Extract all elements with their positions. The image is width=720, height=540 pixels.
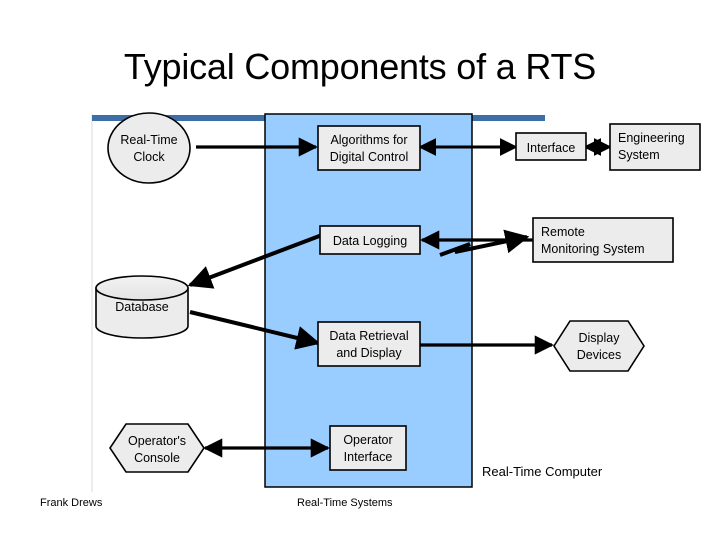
node-display-devices-label-line2: Devices — [577, 348, 621, 362]
node-data-retrieval-label-line1: Data Retrieval — [329, 329, 408, 343]
node-database[interactable]: Database — [95, 275, 189, 339]
node-real-time-clock[interactable]: Real-Time Clock — [107, 112, 191, 184]
node-display-devices-label-line1: Display — [579, 331, 621, 345]
node-interface-label: Interface — [527, 141, 576, 155]
node-operator-interface-label-line2: Interface — [344, 450, 393, 464]
footer-course: Real-Time Systems — [297, 497, 393, 509]
footer-author: Frank Drews — [40, 497, 103, 509]
node-data-logging[interactable]: Data Logging — [319, 225, 421, 255]
node-data-logging-label: Data Logging — [333, 234, 407, 248]
node-operators-console-label-line1: Operator's — [128, 434, 186, 448]
node-operators-console[interactable]: Operator's Console — [109, 423, 205, 473]
node-data-retrieval-and-display[interactable]: Data Retrieval and Display — [317, 321, 421, 367]
node-operators-console-label-line2: Console — [134, 451, 180, 465]
node-remote-monitoring-label-line2: Monitoring System — [541, 242, 645, 256]
node-engineering-system-label-line2: System — [618, 148, 660, 162]
node-display-devices[interactable]: Display Devices — [553, 320, 645, 372]
node-operator-interface-label-line1: Operator — [343, 433, 392, 447]
node-data-retrieval-label-line2: and Display — [336, 346, 402, 360]
slide: Typical Components of a RTS Real-Time Cl… — [0, 0, 720, 540]
rts-architecture-diagram: Real-Time Clock Database Operator's Cons… — [0, 100, 720, 500]
node-algorithms-for-digital-control[interactable]: Algorithms for Digital Control — [317, 125, 421, 171]
node-engineering-system[interactable]: Engineering System — [609, 123, 701, 171]
node-real-time-clock-label-line2: Clock — [133, 150, 165, 164]
diagram-canvas: Real-Time Clock Database Operator's Cons… — [91, 112, 701, 492]
node-remote-monitoring-system[interactable]: Remote Monitoring System — [532, 217, 674, 263]
node-interface[interactable]: Interface — [515, 132, 587, 161]
node-real-time-clock-label-line1: Real-Time — [120, 133, 177, 147]
node-algorithms-label-line1: Algorithms for — [330, 133, 407, 147]
node-operator-interface[interactable]: Operator Interface — [329, 425, 407, 471]
node-database-label: Database — [115, 300, 169, 314]
node-algorithms-label-line2: Digital Control — [330, 150, 409, 164]
node-engineering-system-label-line1: Engineering — [618, 131, 685, 145]
node-remote-monitoring-label-line1: Remote — [541, 225, 585, 239]
page-title: Typical Components of a RTS — [123, 46, 597, 87]
boundary-label: Real-Time Computer — [482, 464, 603, 479]
